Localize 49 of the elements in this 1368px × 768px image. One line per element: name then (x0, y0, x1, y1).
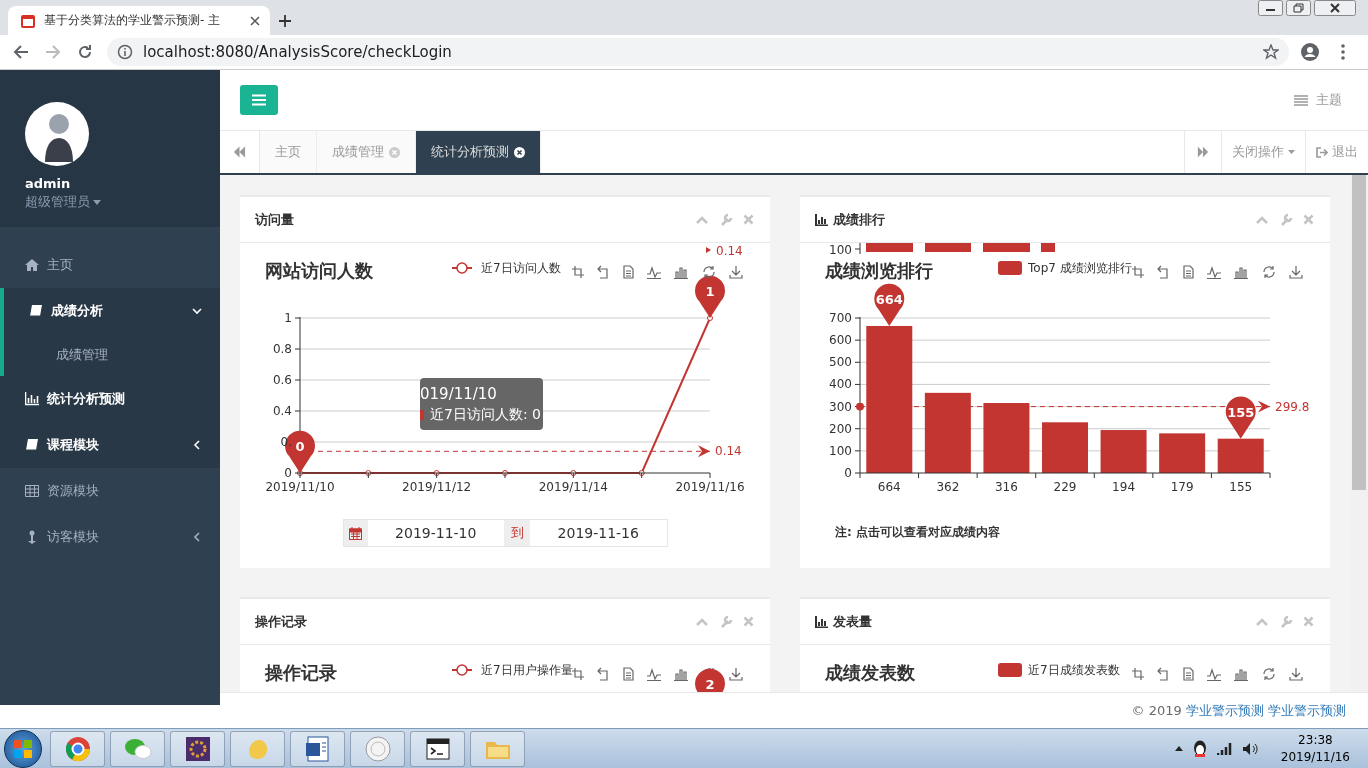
card-title: 访问量 (255, 210, 294, 229)
reference-label: 0.14 (716, 244, 743, 257)
card-title: 操作记录 (255, 612, 307, 631)
pin-label: 664 (875, 291, 903, 307)
chart-title: 网站访问人数 (265, 260, 373, 281)
axis-label: 0 (284, 466, 292, 480)
axis-label: 316 (995, 480, 1018, 494)
axis-label: 700 (829, 311, 852, 325)
axis-label: 300 (829, 399, 852, 414)
axis-label: 0 (844, 466, 852, 480)
reference-label: 299.8 (1275, 399, 1310, 414)
card-title: 成绩排行 (833, 210, 885, 229)
card-title: 发表量 (833, 612, 872, 631)
axis-label: 155 (1229, 480, 1253, 494)
axis-label: 100 (829, 443, 852, 458)
axis-label: 2019/11/16 (675, 480, 745, 494)
axis-label: 2019/11/10 (265, 480, 335, 494)
axis-label: 100 (829, 243, 852, 257)
tooltip-title: 019/11/10 (420, 384, 498, 403)
axis-label: 362 (936, 480, 960, 494)
axis-label: 600 (829, 333, 852, 348)
user-name: admin (25, 176, 71, 191)
tooltip-text: 近7日访问人数: 0 (430, 405, 541, 424)
axis-label: 0.8 (272, 342, 292, 356)
copyright-text: © 2019 学业警示预测 学业警示预测 (1131, 701, 1346, 720)
axis-label: 200 (829, 421, 852, 436)
axis-label: 664 (877, 480, 901, 494)
chart-title: 操作记录 (265, 662, 337, 683)
axis-label: 0.6 (272, 373, 292, 387)
axis-label: 194 (1112, 480, 1135, 494)
axis-label: 2019/11/14 (538, 480, 608, 494)
axis-label: 1 (284, 311, 292, 325)
reference-label: 0.14 (715, 444, 742, 459)
axis-label: 400 (829, 377, 852, 392)
pin-label: 0 (295, 439, 305, 454)
date-text: 2019/11/16 (1280, 748, 1350, 766)
pin-label: 155 (1227, 404, 1255, 420)
pin-label: 2 (705, 677, 715, 692)
chart-title: 成绩浏览排行 (825, 260, 933, 281)
chart-title: 成绩发表数 (825, 662, 915, 683)
note-text: 注: 点击可以查看对应成绩内容 (835, 524, 1001, 541)
axis-label: 179 (1170, 480, 1194, 494)
axis-label: 229 (1053, 480, 1077, 494)
pin-label: 1 (705, 284, 715, 299)
tab-title: 基于分类算法的学业警示预测- 主 (44, 12, 222, 29)
axis-label: 2019/11/12 (402, 480, 472, 494)
axis-label: 500 (829, 355, 852, 370)
time-text: 23:38 (1298, 731, 1333, 749)
axis-label: 0.4 (272, 404, 292, 418)
